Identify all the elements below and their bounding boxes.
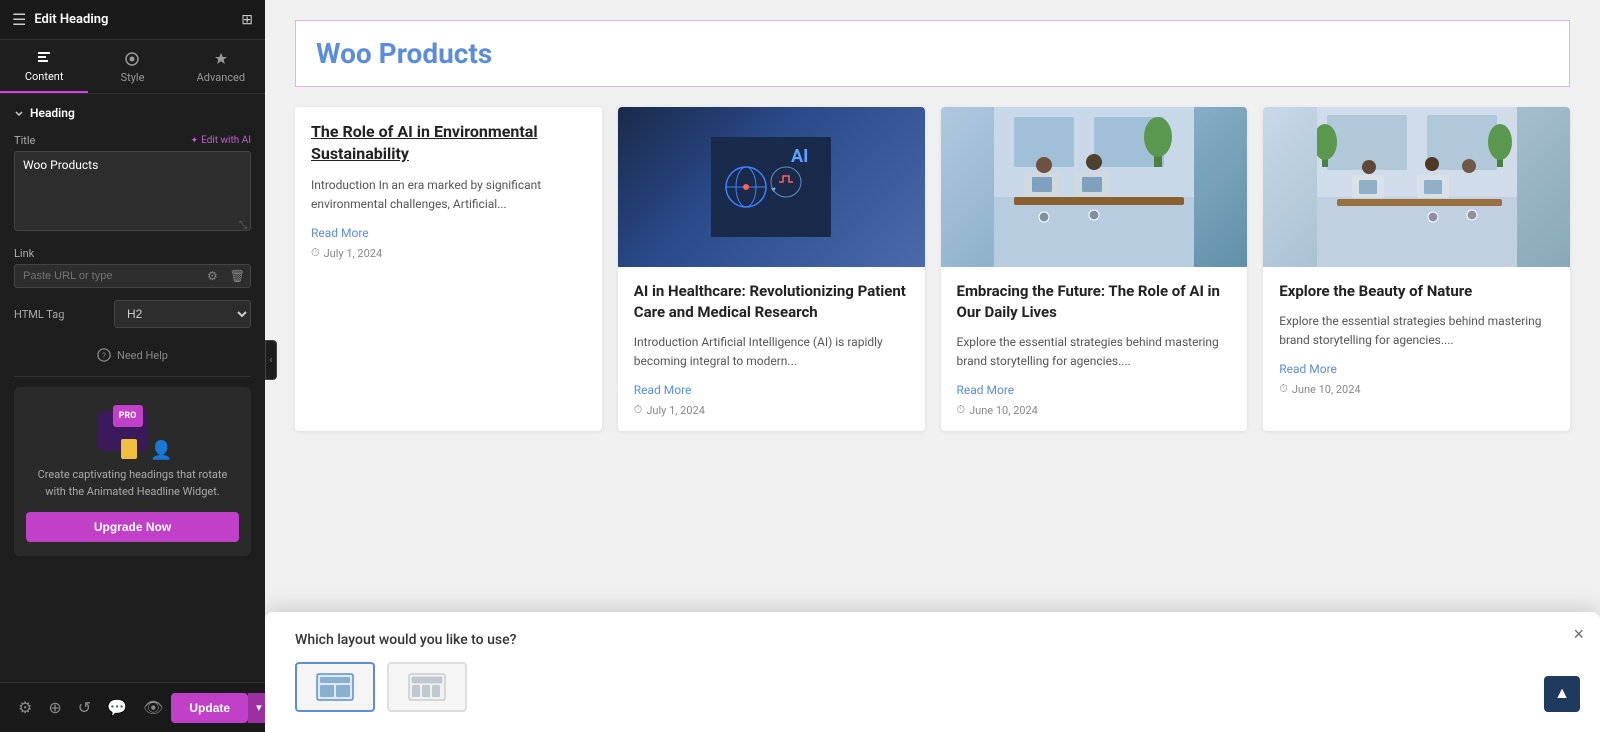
blog-card-4-body: Explore the Beauty of Nature Explore the… xyxy=(1263,267,1570,410)
modal-question: Which layout would you like to use? xyxy=(295,632,1570,648)
blog-card-4-read-more[interactable]: Read More xyxy=(1279,362,1337,376)
history-footer-btn[interactable]: ↺ xyxy=(70,694,99,722)
pro-promo: PRO 👤 Create captivating headings that r… xyxy=(14,387,251,556)
modal-options xyxy=(295,662,1570,712)
blog-card-2-title[interactable]: AI in Healthcare: Revolutionizing Patien… xyxy=(634,281,909,323)
panel-title: Edit Heading xyxy=(34,12,108,27)
comments-footer-btn[interactable]: 💬 xyxy=(99,694,135,722)
content-tab-icon xyxy=(36,50,52,66)
link-label: Link xyxy=(14,247,251,260)
blog-card-3-excerpt: Explore the essential strategies behind … xyxy=(957,333,1232,371)
tab-style[interactable]: Style xyxy=(88,40,176,93)
edit-with-ai-btn[interactable]: Edit with AI xyxy=(191,135,251,146)
title-textarea-wrap: Woo Products ⤡ xyxy=(14,151,251,235)
blog-card-4-date: June 10, 2024 xyxy=(1279,382,1554,396)
need-help-label: Need Help xyxy=(117,349,168,362)
scroll-to-top-button[interactable]: ▲ xyxy=(1544,676,1580,712)
layers-footer-btn[interactable]: ⊕ xyxy=(40,694,69,722)
blog-card-3-read-more[interactable]: Read More xyxy=(957,383,1015,397)
blog-card-3-body: Embracing the Future: The Role of AI in … xyxy=(941,267,1248,431)
link-delete-btn[interactable]: 🗑 xyxy=(224,265,251,287)
layout-option-1[interactable] xyxy=(295,662,375,712)
need-help[interactable]: ? Need Help xyxy=(0,334,265,376)
title-textarea[interactable]: Woo Products xyxy=(14,151,251,231)
blog-card-1-read-more[interactable]: Read More xyxy=(311,226,369,240)
link-btns: ⚙ 🗑 xyxy=(201,265,251,287)
blog-card-3-image xyxy=(941,107,1248,267)
left-panel: ☰ Edit Heading ⊞ Content Style Advanced … xyxy=(0,0,265,732)
tab-content[interactable]: Content xyxy=(0,40,88,93)
tab-advanced-label: Advanced xyxy=(197,71,245,84)
panel-body: Heading Title Edit with AI Woo Products … xyxy=(0,94,265,682)
tab-advanced[interactable]: Advanced xyxy=(177,40,265,93)
blog-card-4-excerpt: Explore the essential strategies behind … xyxy=(1279,312,1554,350)
blog-card-3: Embracing the Future: The Role of AI in … xyxy=(941,107,1248,431)
link-row: Link ⚙ 🗑 xyxy=(0,241,265,294)
blog-card-1-date: July 1, 2024 xyxy=(311,246,586,260)
blog-card-4: Explore the Beauty of Nature Explore the… xyxy=(1263,107,1570,431)
svg-text:AI: AI xyxy=(791,146,808,167)
panel-footer: ⚙ ⊕ ↺ 💬 👁 Update ▾ xyxy=(0,682,265,732)
link-input-wrap: ⚙ 🗑 xyxy=(14,264,251,288)
html-tag-label: HTML Tag xyxy=(14,308,114,321)
tab-content-label: Content xyxy=(25,70,64,83)
blog-card-4-image xyxy=(1263,107,1570,267)
heading-section-label: Heading xyxy=(30,106,75,120)
heading-block[interactable]: Woo Products xyxy=(295,20,1570,87)
blog-card-2-image: AI ♥ xyxy=(618,107,925,267)
tab-style-label: Style xyxy=(121,71,145,84)
right-content: Woo Products The Role of AI in Environme… xyxy=(265,0,1600,732)
blog-card-2-date: July 1, 2024 xyxy=(634,403,909,417)
divider xyxy=(14,376,251,377)
hamburger-icon[interactable]: ☰ xyxy=(12,10,26,29)
promo-text: Create captivating headings that rotate … xyxy=(26,467,239,500)
heading-section-header[interactable]: Heading xyxy=(0,94,265,128)
section-chevron-icon xyxy=(14,108,24,118)
textarea-resize-icon: ⤡ xyxy=(239,220,247,231)
blog-card-2-body: AI in Healthcare: Revolutionizing Patien… xyxy=(618,267,925,431)
blog-card-2: AI ♥ AI in Healthcare: Revolutionizing P… xyxy=(618,107,925,431)
title-field-row: Title Edit with AI Woo Products ⤡ xyxy=(0,128,265,241)
blog-card-4-title[interactable]: Explore the Beauty of Nature xyxy=(1279,281,1554,302)
canvas-area: Woo Products The Role of AI in Environme… xyxy=(265,0,1600,551)
layout-option-1-icon xyxy=(315,672,355,702)
blog-card-2-excerpt: Introduction Artificial Intelligence (AI… xyxy=(634,333,909,371)
panel-header-left: ☰ Edit Heading xyxy=(12,10,108,29)
link-settings-btn[interactable]: ⚙ xyxy=(201,265,224,287)
blog-card-1: The Role of AI in Environmental Sustaina… xyxy=(295,107,602,431)
settings-footer-btn[interactable]: ⚙ xyxy=(10,694,40,722)
bottom-spacer xyxy=(295,451,1570,531)
blog-card-2-read-more[interactable]: Read More xyxy=(634,383,692,397)
page-heading: Woo Products xyxy=(316,37,1549,70)
blog-grid: The Role of AI in Environmental Sustaina… xyxy=(295,107,1570,431)
help-icon: ? xyxy=(97,348,111,362)
layout-option-2-icon xyxy=(407,672,447,702)
collapse-panel-btn[interactable]: ‹ xyxy=(265,340,277,380)
promo-image: PRO 👤 xyxy=(26,401,239,461)
style-tab-icon xyxy=(124,51,140,67)
html-tag-row: HTML Tag H1 H2 H3 H4 H5 H6 div span p xyxy=(0,294,265,334)
office1-svg xyxy=(994,107,1194,267)
panel-tabs: Content Style Advanced xyxy=(0,40,265,94)
grid-icon[interactable]: ⊞ xyxy=(241,12,253,28)
upgrade-now-button[interactable]: Upgrade Now xyxy=(26,512,239,542)
update-button[interactable]: Update xyxy=(171,693,248,723)
update-btn-group: Update ▾ xyxy=(171,693,269,723)
title-field-label: Title Edit with AI xyxy=(14,134,251,147)
modal-close-button[interactable]: × xyxy=(1573,624,1584,645)
blog-card-1-body: The Role of AI in Environmental Sustaina… xyxy=(295,107,602,274)
layout-option-2[interactable] xyxy=(387,662,467,712)
advanced-tab-icon xyxy=(213,51,229,67)
office2-svg xyxy=(1317,107,1517,267)
panel-header: ☰ Edit Heading ⊞ xyxy=(0,0,265,40)
blog-card-1-excerpt: Introduction In an era marked by signifi… xyxy=(311,176,586,214)
blog-card-1-title[interactable]: The Role of AI in Environmental Sustaina… xyxy=(311,121,586,166)
html-tag-select[interactable]: H1 H2 H3 H4 H5 H6 div span p xyxy=(114,300,251,328)
blog-card-3-title[interactable]: Embracing the Future: The Role of AI in … xyxy=(957,281,1232,323)
preview-footer-btn[interactable]: 👁 xyxy=(135,694,171,722)
svg-text:?: ? xyxy=(102,352,106,361)
layout-modal: × Which layout would you like to use? xyxy=(265,612,1600,732)
blog-card-3-date: June 10, 2024 xyxy=(957,403,1232,417)
ai-health-svg: AI ♥ xyxy=(711,137,831,237)
